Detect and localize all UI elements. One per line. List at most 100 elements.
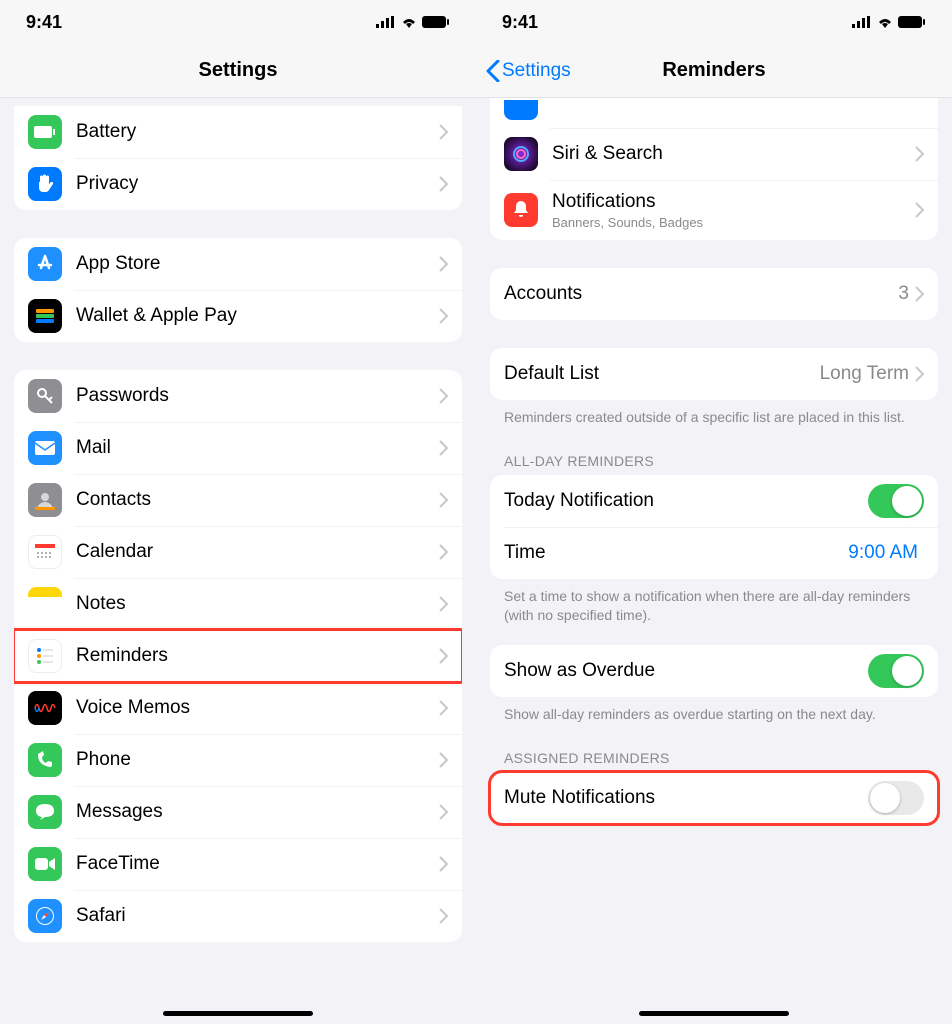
status-time: 9:41 (26, 12, 62, 33)
row-mail[interactable]: Mail (14, 422, 462, 474)
siri-icon (504, 137, 538, 171)
row-default-list[interactable]: Default List Long Term (490, 348, 938, 400)
chevron-right-icon (439, 596, 448, 612)
settings-list[interactable]: Battery Privacy App Store Wallet & Apple… (0, 98, 476, 1024)
messages-icon (28, 795, 62, 829)
calendar-icon (28, 535, 62, 569)
row-subtitle: Banners, Sounds, Badges (552, 215, 915, 230)
row-label: Wallet & Apple Pay (76, 305, 439, 327)
allday-header: ALL-DAY REMINDERS (504, 453, 924, 469)
settings-group-1: Battery Privacy (14, 106, 462, 210)
chevron-right-icon (439, 804, 448, 820)
wallet-icon (28, 299, 62, 333)
phone-icon (28, 743, 62, 777)
notes-icon (28, 587, 62, 621)
row-label: Safari (76, 905, 439, 927)
bell-icon (504, 193, 538, 227)
contacts-icon (28, 483, 62, 517)
today-notification-toggle[interactable] (868, 484, 924, 518)
row-label: Accounts (504, 283, 898, 305)
top-group: Siri & Search Notifications Banners, Sou… (490, 98, 938, 240)
key-icon (28, 379, 62, 413)
overdue-group: Show as Overdue (490, 645, 938, 697)
row-label: Today Notification (504, 490, 868, 512)
show-overdue-toggle[interactable] (868, 654, 924, 688)
row-today-notification[interactable]: Today Notification (490, 475, 938, 527)
row-label: Passwords (76, 385, 439, 407)
battery-icon (28, 115, 62, 149)
row-reminders[interactable]: Reminders (14, 630, 462, 682)
chevron-right-icon (915, 286, 924, 302)
row-time[interactable]: Time 9:00 AM (490, 527, 938, 579)
row-phone[interactable]: Phone (14, 734, 462, 786)
nav-bar: Settings Reminders (476, 44, 952, 98)
mute-notifications-toggle[interactable] (868, 781, 924, 815)
row-label: Contacts (76, 489, 439, 511)
row-label: Phone (76, 749, 439, 771)
row-safari[interactable]: Safari (14, 890, 462, 942)
row-partial-top[interactable] (490, 98, 938, 128)
row-value: Long Term (820, 363, 909, 385)
row-label: Siri & Search (552, 143, 915, 165)
status-time: 9:41 (502, 12, 538, 33)
hand-icon (28, 167, 62, 201)
appstore-icon (28, 247, 62, 281)
row-accounts[interactable]: Accounts 3 (490, 268, 938, 320)
back-button[interactable]: Settings (486, 60, 571, 82)
back-label: Settings (502, 60, 571, 82)
row-label: Voice Memos (76, 697, 439, 719)
row-appstore[interactable]: App Store (14, 238, 462, 290)
row-show-overdue[interactable]: Show as Overdue (490, 645, 938, 697)
nav-bar: Settings (0, 44, 476, 98)
row-label: Privacy (76, 173, 439, 195)
chevron-right-icon (439, 124, 448, 140)
chevron-right-icon (439, 388, 448, 404)
chevron-right-icon (439, 492, 448, 508)
row-label: FaceTime (76, 853, 439, 875)
row-label: Show as Overdue (504, 660, 868, 682)
chevron-right-icon (439, 544, 448, 560)
mail-icon (28, 431, 62, 465)
home-indicator[interactable] (163, 1011, 313, 1016)
voice-memos-icon (28, 691, 62, 725)
facetime-icon (28, 847, 62, 881)
row-passwords[interactable]: Passwords (14, 370, 462, 422)
chevron-left-icon (486, 60, 500, 82)
settings-group-3: Passwords Mail Contacts Calendar Notes (14, 370, 462, 942)
row-mute-notifications[interactable]: Mute Notifications (490, 772, 938, 824)
row-battery[interactable]: Battery (14, 106, 462, 158)
row-notifications[interactable]: Notifications Banners, Sounds, Badges (490, 180, 938, 240)
row-calendar[interactable]: Calendar (14, 526, 462, 578)
battery-icon (898, 16, 926, 28)
row-wallet[interactable]: Wallet & Apple Pay (14, 290, 462, 342)
chevron-right-icon (915, 366, 924, 382)
wifi-icon (876, 16, 894, 28)
row-value: 3 (898, 283, 909, 305)
phone-reminders-settings: 9:41 Settings Reminders Siri & Search (476, 0, 952, 1024)
status-bar: 9:41 (476, 0, 952, 44)
cellular-icon (852, 16, 872, 28)
page-title: Reminders (662, 59, 765, 82)
chevron-right-icon (439, 440, 448, 456)
row-voice-memos[interactable]: Voice Memos (14, 682, 462, 734)
status-icons (852, 16, 926, 28)
allday-footer: Set a time to show a notification when t… (504, 587, 924, 625)
cellular-icon (376, 16, 396, 28)
row-label: App Store (76, 253, 439, 275)
row-privacy[interactable]: Privacy (14, 158, 462, 210)
home-indicator[interactable] (639, 1011, 789, 1016)
row-label: Notes (76, 593, 439, 615)
row-contacts[interactable]: Contacts (14, 474, 462, 526)
row-label: Notifications (552, 191, 915, 213)
row-siri-search[interactable]: Siri & Search (490, 128, 938, 180)
reminders-settings-list[interactable]: Siri & Search Notifications Banners, Sou… (476, 98, 952, 1024)
row-label: Reminders (76, 645, 439, 667)
phone-settings: 9:41 Settings Battery Privacy Ap (0, 0, 476, 1024)
row-messages[interactable]: Messages (14, 786, 462, 838)
row-notes[interactable]: Notes (14, 578, 462, 630)
mute-group: Mute Notifications (490, 772, 938, 824)
chevron-right-icon (439, 856, 448, 872)
chevron-right-icon (439, 908, 448, 924)
chevron-right-icon (439, 648, 448, 664)
row-facetime[interactable]: FaceTime (14, 838, 462, 890)
